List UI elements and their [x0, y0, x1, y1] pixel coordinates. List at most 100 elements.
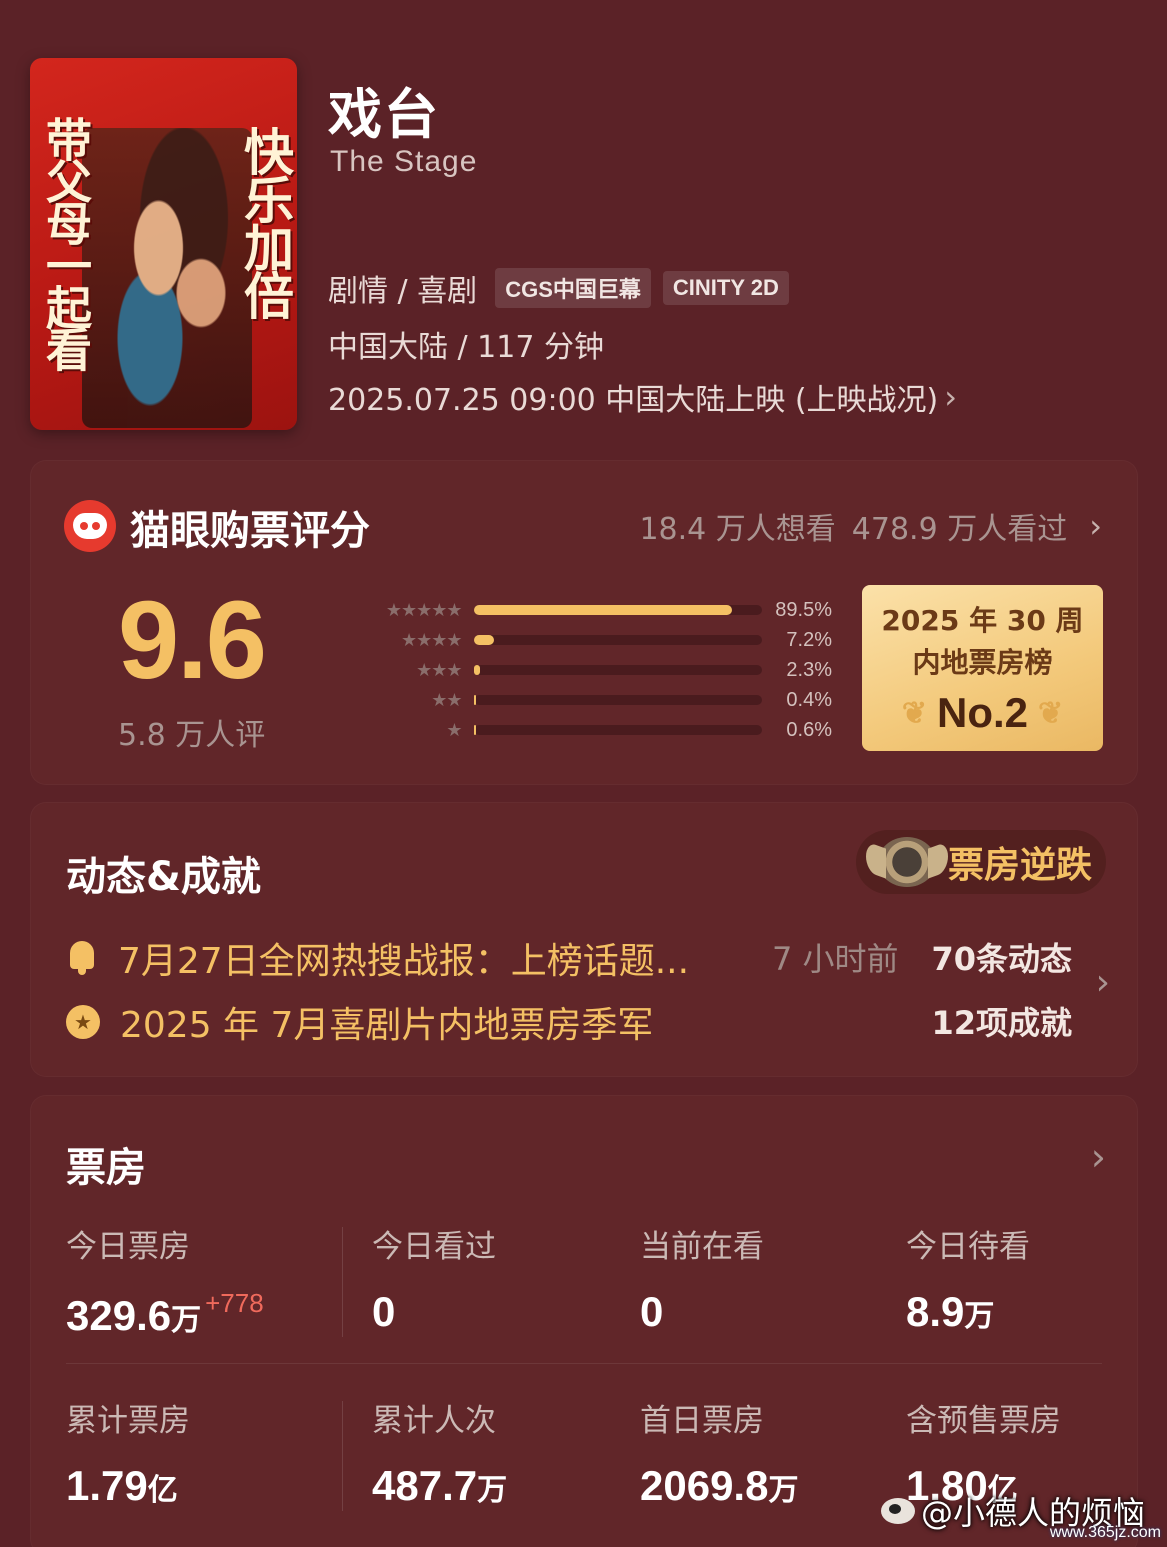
stat-number: 2069.8 [640, 1462, 769, 1509]
box-office-title: 票房 [66, 1145, 146, 1191]
stars-4-icon: ★★★★ [400, 629, 463, 651]
stat-label: 今日票房 [66, 1229, 190, 1265]
box-office-rank-badge[interactable]: 2025 年 30 周 内地票房榜 ❦ No.2 ❦ [862, 585, 1103, 751]
stat-number: 487.7 [372, 1462, 478, 1509]
stat-number: 8.9 [906, 1288, 965, 1335]
stat-label: 含预售票房 [906, 1403, 1061, 1439]
stat-label: 首日票房 [640, 1403, 764, 1439]
watched-count: 478.9 万人看过 [851, 512, 1068, 547]
bar-fill-1 [473, 725, 476, 735]
rating-card: 猫眼购票评分 18.4 万人想看 478.9 万人看过 › 9.6 5.8 万人… [30, 460, 1138, 785]
bar-fill-4 [473, 635, 495, 645]
release-info: 2025.07.25 09:00 中国大陆上映 (上映战况) [328, 383, 939, 418]
stat-first-day: 首日票房 2069.8万 [640, 1395, 798, 1510]
pct-3: 2.3% [786, 658, 832, 681]
row-divider [66, 1363, 1102, 1364]
stat-label: 累计票房 [66, 1403, 190, 1439]
stars-2-icon: ★★ [431, 689, 462, 711]
poster-slogan-left: 带父母一起看 [39, 116, 93, 368]
rank-week: 2025 年 30 周 [881, 604, 1084, 637]
stars-1-icon: ★ [446, 719, 462, 741]
bar-track [473, 635, 763, 645]
release-info-link[interactable]: 2025.07.25 09:00 中国大陆上映 (上映战况) › [328, 375, 957, 419]
dynamics-achievement-text: 2025 年 7月喜剧片内地票房季军 [120, 1005, 654, 1046]
genre-row: 剧情 / 喜剧 CGS中国巨幕 CINITY 2D [328, 266, 789, 310]
star-medal-icon: ★ [66, 1005, 100, 1039]
poster-slogan-right: 快乐加倍 [236, 126, 295, 318]
dist-row-1: ★ 0.6% [352, 715, 832, 745]
weibo-logo-icon [880, 1498, 915, 1524]
bar-fill-5 [473, 605, 732, 615]
stat-value: 0 [372, 1288, 396, 1335]
stat-unit: 万 [964, 1299, 995, 1334]
chevron-right-icon: › [944, 378, 958, 416]
genres: 剧情 / 喜剧 [328, 274, 478, 309]
dynamics-news-time: 7 小时前 [772, 940, 899, 978]
chevron-right-icon: › [1089, 507, 1102, 545]
dynamics-count: 70条动态 [931, 940, 1072, 978]
stat-total-box-office: 累计票房 1.79亿 [66, 1395, 190, 1510]
box-office-card: 票房 › 今日票房 329.6万 +778 今日看过 0 当前在看 0 今日待看 … [30, 1095, 1138, 1547]
stat-to-watch-today: 今日待看 8.9万 [906, 1221, 1030, 1336]
stat-unit: 亿 [147, 1473, 178, 1508]
divider [342, 1227, 343, 1337]
format-tag-cinity: CINITY 2D [662, 271, 789, 305]
badge-label: 票房逆跌 [947, 845, 1092, 886]
rank-list-name: 内地票房榜 [912, 646, 1053, 679]
stat-unit: 万 [171, 1303, 202, 1338]
stat-unit: 万 [477, 1473, 508, 1508]
rating-score: 9.6 [118, 579, 267, 702]
pct-2: 0.4% [786, 688, 832, 711]
watermark-site: www.365jz.com [1049, 1524, 1161, 1541]
dist-row-2: ★★ 0.4% [352, 685, 832, 715]
stat-delta: +778 [205, 1288, 264, 1318]
stat-value: 0 [640, 1288, 664, 1335]
stat-admissions: 累计人次 487.7万 [372, 1395, 507, 1510]
bar-track [473, 695, 763, 705]
laurel-right-icon: ❦ [1038, 696, 1064, 730]
dynamics-item-news[interactable]: 7月27日全网热搜战报：上榜话题... [66, 932, 689, 984]
achievement-badge[interactable]: 票房逆跌 [855, 830, 1106, 894]
laurel-left-icon: ❦ [901, 696, 927, 730]
bar-track [473, 605, 763, 615]
dist-row-3: ★★★ 2.3% [352, 655, 832, 685]
chevron-right-icon[interactable]: › [1096, 962, 1110, 1003]
bar-track [473, 725, 763, 735]
bar-track [473, 665, 763, 675]
stat-value: 2069.8万 [640, 1462, 798, 1510]
dynamics-title: 动态&成就 [66, 854, 261, 900]
stat-label: 当前在看 [640, 1229, 764, 1265]
stat-label: 今日看过 [372, 1229, 496, 1265]
bar-fill-2 [473, 695, 476, 705]
stat-value: 1.79亿 [66, 1462, 190, 1510]
rank-number-row: ❦ No.2 ❦ [862, 689, 1103, 737]
rating-count: 5.8 万人评 [118, 718, 266, 753]
movie-poster[interactable]: 带父母一起看 快乐加倍 [30, 58, 297, 430]
dynamics-item-achievement[interactable]: ★ 2025 年 7月喜剧片内地票房季军 [66, 996, 653, 1048]
dist-row-5: ★★★★★ 89.5% [352, 595, 832, 625]
achievement-count: 12项成就 [931, 1004, 1072, 1042]
region-duration: 中国大陆 / 117 分钟 [328, 330, 604, 365]
movie-title: 戏台 [328, 83, 440, 146]
stat-value: 487.7万 [372, 1462, 507, 1510]
dist-row-4: ★★★★ 7.2% [352, 625, 832, 655]
divider [342, 1401, 343, 1511]
pct-4: 7.2% [786, 628, 832, 651]
chevron-right-icon[interactable]: › [1091, 1135, 1106, 1179]
stat-watched-today: 今日看过 0 [372, 1221, 496, 1336]
dynamics-news-text: 7月27日全网热搜战报：上榜话题... [118, 941, 690, 982]
want-count: 18.4 万人想看 [639, 512, 836, 547]
stat-number: 1.79 [66, 1462, 148, 1509]
stat-today-box-office: 今日票房 329.6万 +778 [66, 1221, 264, 1340]
stars-5-icon: ★★★★★ [385, 599, 463, 621]
stat-unit: 万 [768, 1473, 799, 1508]
movie-title-en: The Stage [330, 145, 478, 178]
stat-value: 329.6万 +778 [66, 1288, 264, 1340]
stat-watching-now: 当前在看 0 [640, 1221, 764, 1336]
dynamics-card[interactable]: 动态&成就 票房逆跌 7月27日全网热搜战报：上榜话题... 7 小时前 70条… [30, 802, 1138, 1077]
rating-distribution: ★★★★★ 89.5% ★★★★ 7.2% ★★★ 2.3% ★★ 0.4% ★… [352, 595, 832, 745]
pct-5: 89.5% [775, 598, 832, 621]
pct-1: 0.6% [786, 718, 832, 741]
stat-label: 今日待看 [906, 1229, 1030, 1265]
rating-stats-link[interactable]: 18.4 万人想看 478.9 万人看过 › [639, 504, 1102, 548]
